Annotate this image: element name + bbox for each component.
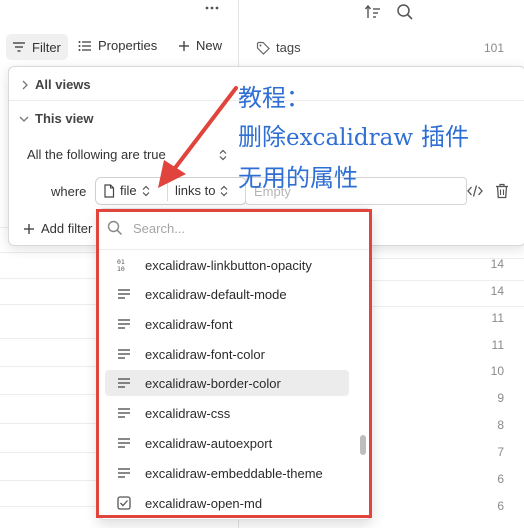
option-label: excalidraw-default-mode [145,286,287,302]
option-label: excalidraw-embeddable-theme [145,465,323,481]
row-count: 9 [497,391,504,405]
this-view-label: This view [35,111,94,126]
filter-icon [12,41,26,53]
property-select[interactable]: file [103,183,150,198]
plus-icon [178,40,190,52]
tag-label: tags [276,40,301,55]
row-count: 8 [497,418,504,432]
row-count: 7 [497,445,504,459]
dropdown-option[interactable]: excalidraw-font [105,311,349,337]
row-count: 14 [490,257,504,271]
scrollbar-thumb[interactable] [360,435,366,455]
this-view-section[interactable]: This view [19,111,94,126]
text-icon [115,377,133,389]
sort-icon[interactable] [364,3,382,21]
annotation-line-2b: excalidraw [286,125,414,151]
more-horizontal-icon[interactable] [204,2,220,14]
plus-icon [23,223,35,235]
annotation-arrow [150,80,250,190]
annotation-line-2a: 删除 [238,123,286,151]
file-icon [103,183,115,198]
text-icon [115,467,133,479]
tag-count: 101 [483,41,504,55]
dropdown-option[interactable]: 01 10 excalidraw-linkbutton-opacity [105,252,349,278]
dropdown-option-highlighted[interactable]: excalidraw-border-color [105,370,349,396]
option-label: excalidraw-autoexport [145,435,273,451]
divider [99,249,371,250]
chevron-right-icon [21,80,29,90]
row-count: 14 [490,284,504,298]
option-label: excalidraw-open-md [145,495,263,511]
code-icon[interactable] [467,184,483,198]
properties-label: Properties [98,38,158,53]
option-label: excalidraw-css [145,405,231,421]
checkbox-icon [115,496,133,510]
text-icon [115,288,133,300]
property-dropdown: Search... 01 10 excalidraw-linkbutton-opa… [98,208,372,520]
condition-label: All the following are true [27,147,166,162]
annotation-line-1: 教程： [238,84,310,112]
trash-icon[interactable] [495,183,509,199]
svg-text:10: 10 [117,265,125,272]
text-icon [115,318,133,330]
row-count: 11 [491,338,504,352]
chevron-down-icon [19,115,29,123]
new-button[interactable]: New [178,38,222,53]
text-icon [115,407,133,419]
updown-chevron-icon [142,185,150,197]
add-filter-label: Add filter [41,221,93,236]
properties-button[interactable]: Properties [78,38,157,53]
filter-button[interactable]: Filter [6,34,68,60]
number-icon: 01 10 [115,258,133,272]
annotation-line-3: 无用的属性 [238,164,358,192]
option-label: excalidraw-linkbutton-opacity [145,257,312,273]
all-views-section[interactable]: All views [21,77,91,92]
text-icon [115,348,133,360]
search-icon[interactable] [396,3,414,21]
list-icon [78,40,92,52]
add-filter-button[interactable]: Add filter [23,221,92,236]
option-label: excalidraw-font [145,316,233,332]
dropdown-option[interactable]: excalidraw-default-mode [105,281,349,307]
dropdown-option[interactable]: excalidraw-font-color [105,341,349,367]
dropdown-search-input[interactable]: Search... [133,221,353,236]
tag-icon [256,41,270,55]
dropdown-option[interactable]: excalidraw-embeddable-theme [105,460,349,486]
where-label: where [51,184,87,199]
row-count: 10 [490,364,504,378]
text-icon [115,437,133,449]
row-count: 11 [491,311,504,325]
dropdown-option[interactable]: excalidraw-css [105,400,349,426]
annotation-line-2c: 插件 [421,123,470,151]
annotation-line-2: 删除 excalidraw 插件 [238,117,469,152]
dropdown-option[interactable]: excalidraw-open-md [105,490,349,516]
tag-row[interactable]: tags [256,40,301,55]
search-icon [107,220,123,236]
option-label: excalidraw-border-color [145,375,281,391]
new-label: New [196,38,223,53]
row-count: 6 [497,472,504,486]
all-views-label: All views [35,77,91,92]
property-value: file [120,183,137,198]
filter-label: Filter [32,39,61,55]
dropdown-option[interactable]: excalidraw-autoexport [105,430,349,456]
row-count: 6 [497,499,504,513]
option-label: excalidraw-font-color [145,346,265,362]
